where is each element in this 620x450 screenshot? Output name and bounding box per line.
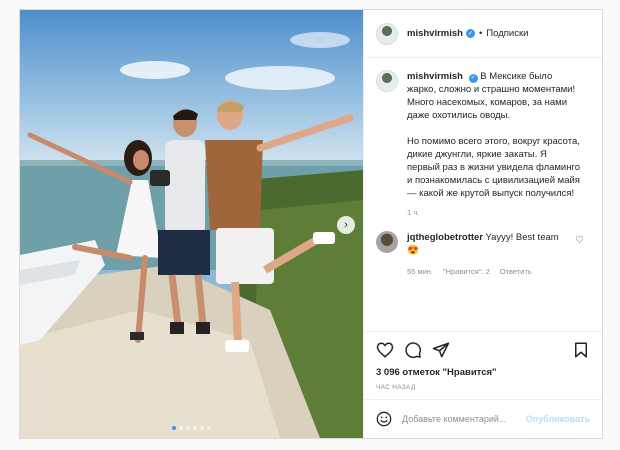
- comment-input[interactable]: [402, 414, 526, 424]
- photo-scene: [20, 10, 363, 438]
- chevron-right-icon: ›: [344, 219, 348, 231]
- carousel-dot: [200, 426, 204, 430]
- carousel-dot: [179, 426, 183, 430]
- carousel-dot: [207, 426, 211, 430]
- verified-icon: ✓: [465, 29, 475, 38]
- likes-count[interactable]: 3 096 отметок "Нравится": [364, 367, 602, 378]
- comment-item: jqtheglobetrotter Yayyy! Best team 😍 55 …: [376, 231, 590, 278]
- separator-dot: •: [478, 28, 483, 39]
- carousel-dot: [186, 426, 190, 430]
- caption: mishvirmish ✓ В Мексике было жарко, слож…: [376, 70, 590, 219]
- carousel-dot: [172, 426, 176, 430]
- smile-icon[interactable]: [376, 411, 392, 427]
- avatar[interactable]: [376, 22, 398, 45]
- comment-username[interactable]: jqtheglobetrotter: [407, 232, 483, 243]
- caption-username[interactable]: mishvirmish: [407, 71, 463, 82]
- comment-avatar[interactable]: [376, 231, 398, 253]
- post-photo[interactable]: ›: [20, 10, 363, 438]
- caption-time: 1 ч.: [407, 208, 420, 217]
- comment-emoji: 😍: [407, 245, 419, 256]
- caption-paragraph-2: Но помимо всего этого, вокруг красота, д…: [407, 136, 583, 199]
- comment-likes[interactable]: "Нравится": 2: [443, 265, 490, 278]
- carousel-dots: [20, 426, 363, 430]
- following-button[interactable]: Подписки: [486, 28, 528, 39]
- author-username[interactable]: mishvirmish: [407, 28, 463, 39]
- comment-like-heart-icon[interactable]: ♡: [575, 234, 584, 247]
- reply-button[interactable]: Ответить: [500, 265, 532, 278]
- posted-time: ЧАС НАЗАД: [364, 378, 602, 400]
- carousel-next-button[interactable]: ›: [337, 216, 355, 234]
- comment-time: 55 мин.: [407, 267, 433, 276]
- instagram-post: › mishvirmish ✓ • Подписки mishvirmish ✓…: [19, 9, 603, 439]
- caption-verified-icon: ✓: [468, 74, 478, 83]
- action-bar: [364, 331, 602, 367]
- post-header: mishvirmish ✓ • Подписки: [364, 10, 602, 58]
- comment-icon[interactable]: [404, 341, 422, 359]
- bookmark-icon[interactable]: [572, 341, 590, 359]
- carousel-dot: [193, 426, 197, 430]
- post-sidebar: mishvirmish ✓ • Подписки mishvirmish ✓ В…: [363, 10, 602, 438]
- share-icon[interactable]: [432, 341, 450, 359]
- heart-icon[interactable]: [376, 341, 394, 359]
- caption-avatar[interactable]: [376, 70, 398, 92]
- add-comment-row: Опубликовать: [364, 400, 602, 438]
- comments-section: mishvirmish ✓ В Мексике было жарко, слож…: [364, 58, 602, 331]
- comment-text: Yayyy! Best team: [485, 232, 559, 243]
- publish-button[interactable]: Опубликовать: [526, 414, 590, 424]
